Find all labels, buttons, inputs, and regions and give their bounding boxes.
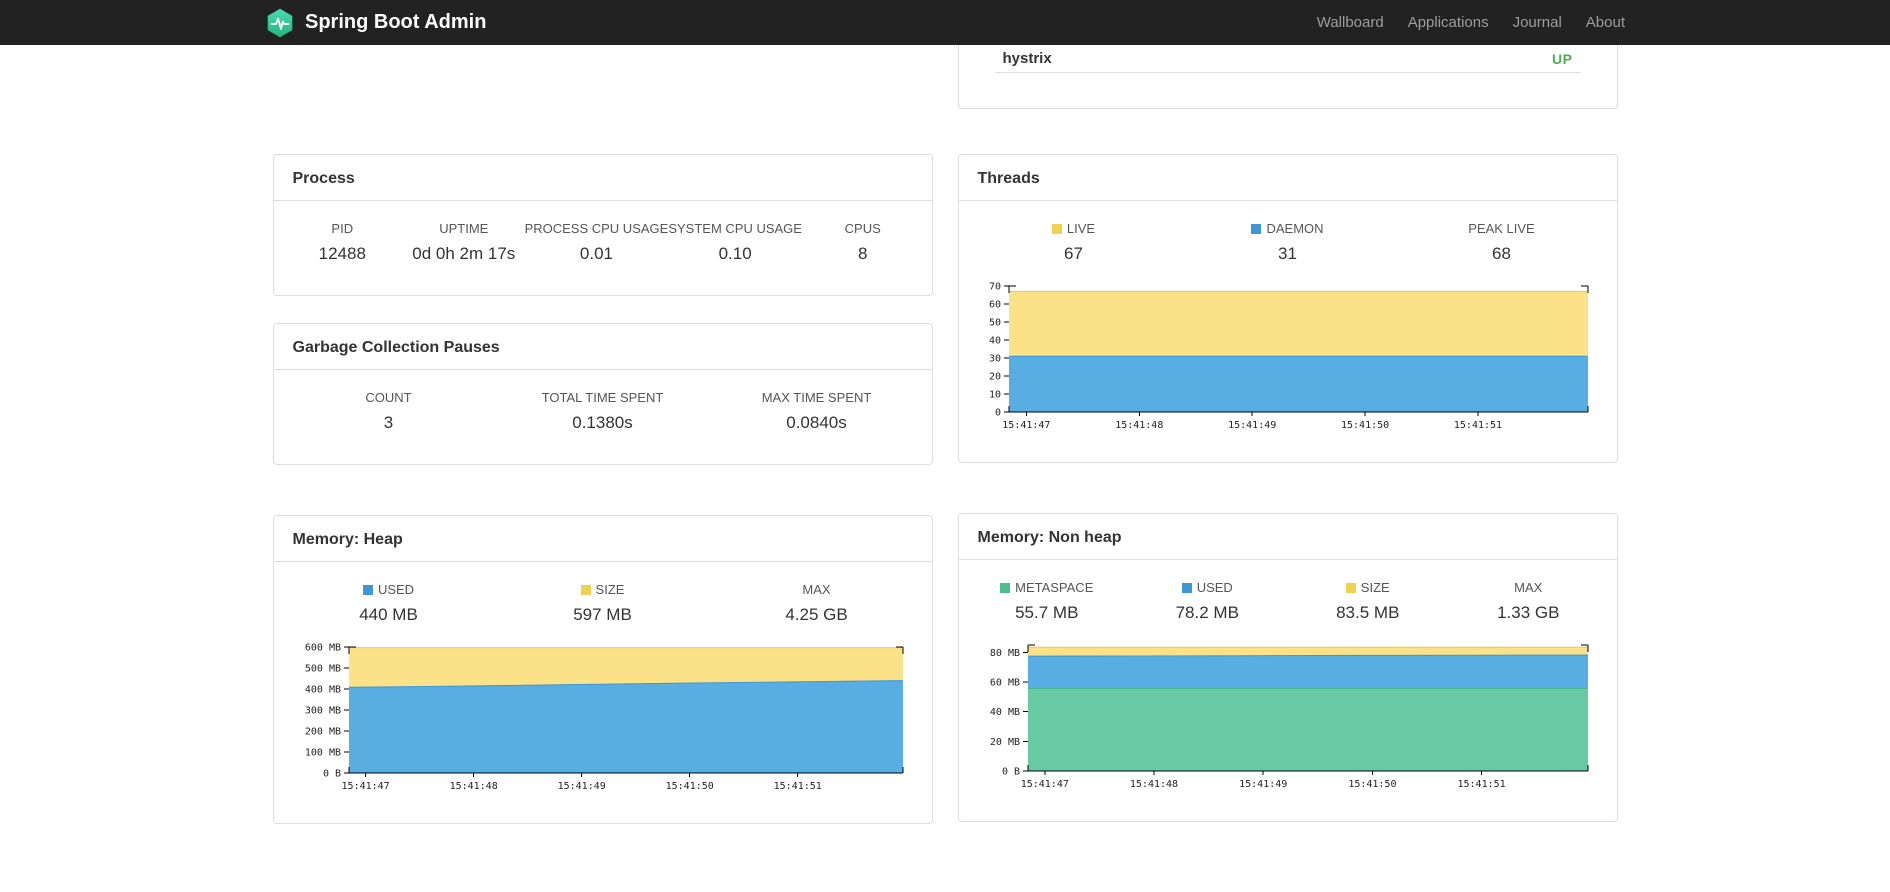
main-content: Process PID 12488 UPTIME 0d 0h 2m 17s PR…	[272, 45, 1618, 824]
svg-text:15:41:49: 15:41:49	[1239, 779, 1287, 790]
application-status-panel: hystrix UP	[957, 45, 1618, 109]
svg-text:15:41:47: 15:41:47	[1002, 420, 1050, 431]
memory-heap-panel-title: Memory: Heap	[273, 516, 932, 562]
svg-text:15:41:48: 15:41:48	[1115, 420, 1163, 431]
stat-nonheap-size: SIZE 83.5 MB	[1336, 580, 1400, 622]
svg-text:15:41:50: 15:41:50	[1348, 779, 1396, 790]
memory-nonheap-panel-title: Memory: Non heap	[958, 514, 1617, 560]
svg-text:60: 60	[988, 300, 1000, 311]
application-name[interactable]: hystrix	[1003, 50, 1052, 67]
svg-text:600 MB: 600 MB	[304, 643, 340, 654]
nav-wallboard[interactable]: Wallboard	[1317, 14, 1384, 31]
memory-heap-panel: Memory: Heap USED 440 MB SIZE 597 MB MAX…	[272, 515, 933, 824]
svg-text:15:41:50: 15:41:50	[665, 781, 713, 792]
threads-live-legend-swatch	[1051, 223, 1062, 234]
svg-text:80 MB: 80 MB	[989, 648, 1019, 659]
threads-daemon-legend-swatch	[1251, 223, 1262, 234]
stat-gc-total-time: TOTAL TIME SPENT 0.1380s	[541, 390, 664, 432]
stat-heap-used: USED 440 MB	[359, 582, 418, 624]
stat-threads-peak-live: PEAK LIVE 68	[1468, 221, 1535, 263]
svg-text:10: 10	[988, 390, 1000, 401]
svg-text:100 MB: 100 MB	[304, 748, 340, 759]
process-panel: Process PID 12488 UPTIME 0d 0h 2m 17s PR…	[272, 154, 933, 296]
svg-text:40 MB: 40 MB	[989, 707, 1019, 718]
svg-text:0 B: 0 B	[322, 769, 340, 780]
navbar: Spring Boot Admin Wallboard Applications…	[0, 0, 1890, 45]
stat-threads-daemon: DAEMON 31	[1181, 221, 1395, 264]
svg-text:0 B: 0 B	[1001, 767, 1019, 778]
svg-text:15:41:51: 15:41:51	[773, 781, 821, 792]
svg-text:40: 40	[988, 336, 1000, 347]
svg-text:30: 30	[988, 354, 1000, 365]
svg-text:15:41:47: 15:41:47	[341, 781, 389, 792]
nav-journal[interactable]: Journal	[1513, 14, 1562, 31]
threads-chart: 70 60 50 40 30 20 10 0 15:41:47 15:41:48 15:41:49 1…	[983, 278, 1593, 436]
svg-text:15:41:48: 15:41:48	[1129, 779, 1177, 790]
svg-text:15:41:49: 15:41:49	[557, 781, 605, 792]
svg-text:400 MB: 400 MB	[304, 685, 340, 696]
stat-heap-size: SIZE 597 MB	[573, 582, 632, 624]
heap-size-legend-swatch	[580, 584, 591, 595]
application-status-badge: UP	[1552, 50, 1573, 67]
stat-uptime: UPTIME 0d 0h 2m 17s	[412, 221, 516, 263]
svg-text:15:41:50: 15:41:50	[1340, 420, 1388, 431]
svg-text:50: 50	[988, 318, 1000, 329]
svg-text:20 MB: 20 MB	[989, 737, 1019, 748]
svg-text:15:41:49: 15:41:49	[1228, 420, 1276, 431]
nonheap-size-legend-swatch	[1345, 582, 1356, 593]
stat-system-cpu-usage: SYSTEM CPU USAGE 0.10	[668, 221, 802, 263]
nav-applications[interactable]: Applications	[1408, 14, 1489, 31]
svg-text:200 MB: 200 MB	[304, 727, 340, 738]
memory-heap-chart: 600 MB 500 MB 400 MB 300 MB 200 MB 100 MB 0 B1…	[298, 639, 908, 797]
application-status-row[interactable]: hystrix UP	[994, 45, 1581, 73]
memory-nonheap-panel: Memory: Non heap METASPACE 55.7 MB USED …	[957, 513, 1618, 822]
svg-text:15:41:47: 15:41:47	[1020, 779, 1068, 790]
svg-text:15:41:48: 15:41:48	[449, 781, 497, 792]
brand-title: Spring Boot Admin	[305, 11, 487, 33]
svg-text:70: 70	[988, 282, 1000, 293]
stat-nonheap-used: USED 78.2 MB	[1175, 580, 1239, 622]
threads-panel-title: Threads	[958, 155, 1617, 201]
svg-text:15:41:51: 15:41:51	[1457, 779, 1505, 790]
threads-panel: Threads LIVE 67 DAEMON 31 PEAK LIVE 68 7…	[957, 154, 1618, 463]
heap-used-legend-swatch	[362, 584, 373, 595]
memory-nonheap-chart: 80 MB 60 MB 40 MB 20 MB 0 B 15:41:47 15:41:48 1…	[983, 637, 1593, 795]
nonheap-metaspace-legend-swatch	[1000, 582, 1011, 593]
process-panel-title: Process	[273, 155, 932, 201]
svg-text:0: 0	[994, 408, 1000, 419]
stat-pid: PID 12488	[318, 221, 366, 263]
spring-boot-admin-logo-icon	[265, 8, 295, 38]
stat-nonheap-max: MAX 1.33 GB	[1497, 580, 1560, 622]
gc-pauses-panel-title: Garbage Collection Pauses	[273, 324, 932, 370]
svg-text:300 MB: 300 MB	[304, 706, 340, 717]
stat-threads-live: LIVE 67	[967, 221, 1181, 264]
svg-text:500 MB: 500 MB	[304, 664, 340, 675]
stat-process-cpu-usage: PROCESS CPU USAGE 0.01	[524, 221, 669, 263]
svg-text:20: 20	[988, 372, 1000, 383]
brand-link[interactable]: Spring Boot Admin	[265, 8, 486, 38]
stat-gc-max-time: MAX TIME SPENT 0.0840s	[761, 390, 872, 432]
gc-pauses-panel: Garbage Collection Pauses COUNT 3 TOTAL …	[272, 323, 933, 465]
nonheap-used-legend-swatch	[1181, 582, 1192, 593]
stat-heap-max: MAX 4.25 GB	[785, 582, 848, 624]
svg-text:60 MB: 60 MB	[989, 678, 1019, 689]
svg-text:15:41:51: 15:41:51	[1453, 420, 1501, 431]
stat-cpus: CPUS 8	[844, 221, 881, 263]
stat-gc-count: COUNT 3	[365, 390, 412, 432]
nav-about[interactable]: About	[1586, 14, 1625, 31]
stat-nonheap-metaspace: METASPACE 55.7 MB	[967, 580, 1128, 623]
nav-links: Wallboard Applications Journal About	[1317, 14, 1625, 31]
